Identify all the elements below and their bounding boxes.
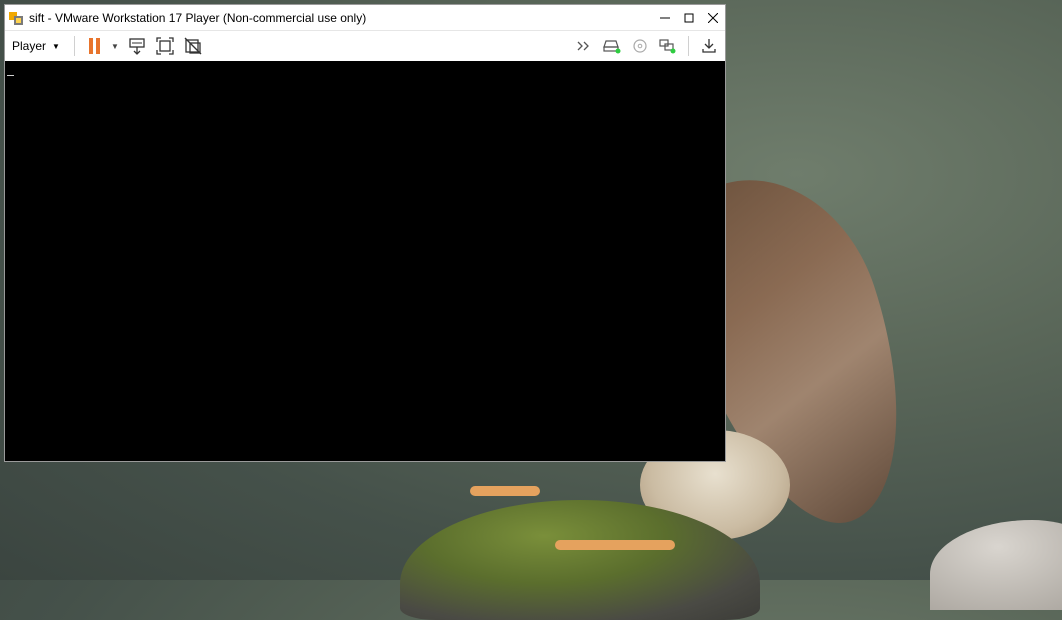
maximize-icon xyxy=(684,13,694,22)
vm-display[interactable] xyxy=(5,61,725,461)
power-dropdown-icon[interactable]: ▼ xyxy=(111,42,119,51)
maximize-button[interactable] xyxy=(677,6,701,30)
wallpaper-stone xyxy=(930,520,1062,610)
player-toolbar: Player ▼ ▼ xyxy=(5,30,725,61)
cd-dvd-button[interactable] xyxy=(626,33,654,59)
title-bar[interactable]: sift - VMware Workstation 17 Player (Non… xyxy=(5,5,725,30)
fit-window-button[interactable] xyxy=(151,33,179,59)
player-menu-label: Player xyxy=(12,39,47,53)
download-button[interactable] xyxy=(695,33,723,59)
close-icon xyxy=(708,12,718,23)
close-button[interactable] xyxy=(701,6,725,30)
minimize-icon xyxy=(660,17,670,18)
chevron-down-icon: ▼ xyxy=(52,41,60,51)
unity-icon xyxy=(184,37,202,55)
download-icon xyxy=(702,39,716,53)
hard-disk-button[interactable] xyxy=(598,33,626,59)
cd-dvd-icon xyxy=(633,39,647,53)
window-title: sift - VMware Workstation 17 Player (Non… xyxy=(29,10,367,25)
text-cursor xyxy=(7,75,14,76)
vmware-app-icon xyxy=(9,10,25,26)
network-adapter-icon xyxy=(659,39,676,54)
wallpaper-bird-claw xyxy=(470,486,540,496)
pause-button[interactable] xyxy=(81,33,109,59)
player-menu[interactable]: Player ▼ xyxy=(5,31,68,61)
expand-devices-icon xyxy=(577,41,589,51)
wallpaper-bird-claw xyxy=(555,540,675,550)
pause-icon xyxy=(89,38,101,54)
unity-button[interactable] xyxy=(179,33,207,59)
hard-disk-icon xyxy=(603,40,621,54)
fit-window-icon xyxy=(156,37,174,55)
vmware-player-window: sift - VMware Workstation 17 Player (Non… xyxy=(4,4,726,462)
minimize-button[interactable] xyxy=(653,6,677,30)
toolbar-divider xyxy=(73,36,75,56)
send-ctrl-alt-del-icon xyxy=(129,38,145,55)
expand-devices-button[interactable] xyxy=(570,33,598,59)
network-adapter-button[interactable] xyxy=(654,33,682,59)
send-ctrl-alt-del-button[interactable] xyxy=(123,33,151,59)
toolbar-divider xyxy=(688,36,689,56)
